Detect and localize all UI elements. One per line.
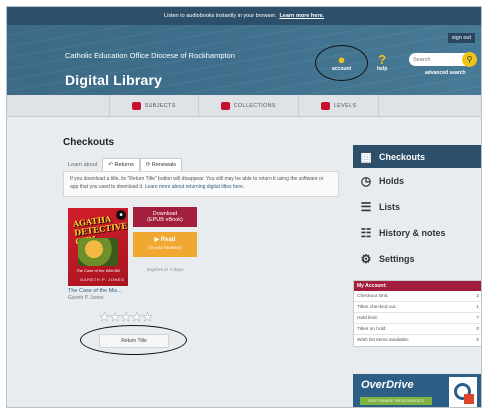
history-icon: ☷ [360,226,372,240]
search-input[interactable] [413,56,461,63]
account-row-value: 0 [476,338,479,343]
my-account-title: My Account: [354,281,481,291]
account-sidebar: ▦ Checkouts ◷ Holds ☰ Lists ☷ History & … [353,145,481,272]
checkout-tabs: Learn about ↶ Returns ⟳ Renewals [63,157,183,171]
help-label: help [377,66,388,72]
account-row-value: 7 [476,315,479,321]
account-row: Wish list items available: 0 [354,335,481,346]
overdrive-banner[interactable]: OverDrive SOFTWARE RESOURCES [353,374,481,407]
overdrive-subtitle: SOFTWARE RESOURCES [360,397,432,405]
download-format: (EPUB eBook) [147,217,183,223]
account-row: Hold limit: 7 [354,313,481,324]
account-row-label: Hold limit: [357,315,379,321]
account-row-value: 1 [476,304,479,310]
browse-nav: SUBJECTS COLLECTIONS LEVELS [7,95,481,117]
learn-more-link[interactable]: Learn more here. [279,13,324,19]
read-button[interactable]: ▶ Read (in your browser) [133,232,197,257]
library-title[interactable]: Digital Library [65,72,162,88]
sidebar-item-settings[interactable]: ⚙ Settings [353,246,481,272]
question-icon: ? [378,52,387,67]
read-label: ▶ Read [154,237,176,243]
expiry-text: Expires in 7 days [147,268,184,273]
nav-subjects-label: SUBJECTS [144,102,176,109]
sign-out-button[interactable]: sign out [447,33,475,43]
account-row-value: 2 [476,293,479,299]
returns-notice: If you download a title, its "Return Tit… [63,171,339,197]
account-row: Titles checked out: 1 [354,302,481,313]
sidebar-item-label: Checkouts [379,151,426,162]
tab-learn-about[interactable]: Learn about [63,159,102,171]
advanced-search-link[interactable]: advanced search [425,70,466,76]
gear-icon: ⚙ [360,252,372,266]
sidebar-item-label: Settings [379,254,415,264]
star-rating[interactable]: ★★★★★ [99,310,153,324]
account-label: account [332,66,352,72]
books-icon: ▦ [360,149,372,164]
nav-levels[interactable]: LEVELS [297,95,380,116]
tab-renewals[interactable]: ⟳ Renewals [139,158,183,171]
help-button[interactable]: ? help [377,53,387,72]
nav-collections-label: COLLECTIONS [233,102,276,109]
star-icon[interactable]: ★ [110,310,121,324]
user-icon: ● [337,52,346,67]
browser-page: Listen to audiobooks instantly in your b… [6,6,482,408]
return-title-button[interactable]: Return Title [99,334,169,348]
tab-returns-label: Returns [114,162,134,168]
read-label-text: Read [160,237,176,243]
sidebar-item-holds[interactable]: ◷ Holds [353,168,481,194]
sidebar-item-lists[interactable]: ☰ Lists [353,194,481,220]
organization-name: Catholic Education Office Diocese of Roc… [65,51,235,60]
book-cover[interactable]: AGATHA DETECTIVE GIRL The Case of the Wi… [68,208,128,286]
site-header: sign out Catholic Education Office Dioce… [7,25,481,95]
account-button[interactable]: ● account [332,53,351,72]
cover-author: GARETH P. JONES [80,277,125,282]
subjects-icon [131,101,141,110]
tab-renewals-label: Renewals [151,162,177,168]
announcement-bar: Listen to audiobooks instantly in your b… [7,7,481,25]
search-box: ⚲ [409,52,477,67]
search-icon[interactable]: ⚲ [462,52,477,67]
account-row-label: Checkout limit: [357,293,389,299]
cover-subtitle: The Case of the Wild Bill [76,268,120,273]
overdrive-logo-text: OverDrive [361,379,414,391]
sidebar-item-checkouts[interactable]: ▦ Checkouts [353,145,481,168]
star-icon[interactable]: ★ [131,310,142,324]
overdrive-logo-icon [449,377,477,407]
book-title-link[interactable]: The Case of the Mis... [68,288,122,294]
ebook-format-icon: ■ [116,210,126,220]
notice-learn-more-link[interactable]: Learn more about returning digital title… [145,184,245,190]
announcement-text: Listen to audiobooks instantly in your b… [163,13,277,19]
account-row-value: 0 [476,326,479,332]
account-row-label: Titles checked out: [357,304,397,310]
list-icon: ☰ [360,200,372,214]
star-icon[interactable]: ★ [99,310,110,324]
account-row: Titles on hold: 0 [354,324,481,335]
book-author: Gareth P. Jones [68,295,104,301]
sidebar-item-label: Holds [379,176,405,186]
cover-illustration [78,238,118,266]
star-icon[interactable]: ★ [142,310,153,324]
levels-icon [320,101,330,110]
account-row-label: Wish list items available: [357,338,410,343]
page-title: Checkouts [63,137,115,148]
read-sub: (in your browser) [148,245,182,250]
nav-subjects[interactable]: SUBJECTS [108,95,198,116]
clock-icon: ◷ [360,174,372,188]
nav-collections[interactable]: COLLECTIONS [197,95,298,116]
sidebar-item-label: History & notes [379,228,446,238]
sidebar-item-history[interactable]: ☷ History & notes [353,220,481,246]
nav-levels-label: LEVELS [333,102,357,109]
star-icon[interactable]: ★ [120,310,131,324]
my-account-panel: My Account: Checkout limit: 2 Titles chec… [353,280,481,347]
tab-returns[interactable]: ↶ Returns [102,158,140,171]
account-row: Checkout limit: 2 [354,291,481,302]
sidebar-item-label: Lists [379,202,401,212]
overdrive-square-shape [464,394,474,404]
main-content: Checkouts Learn about ↶ Returns ⟳ Renewa… [7,117,481,407]
account-row-label: Titles on hold: [357,326,387,332]
collections-icon [220,101,230,110]
download-button[interactable]: Download (EPUB eBook) [133,207,197,227]
